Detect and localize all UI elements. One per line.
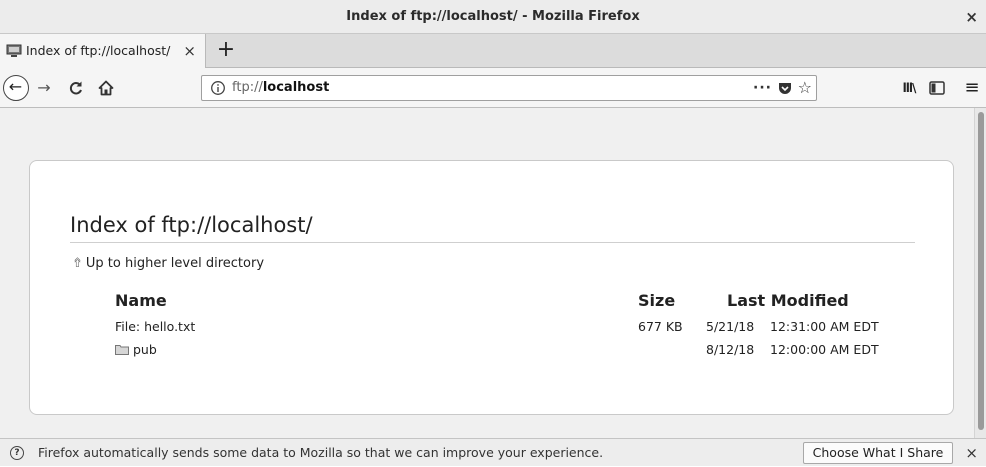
site-info-icon[interactable] [210,80,226,96]
up-arrow-icon: ⇮ [72,256,83,271]
data-reporting-notification: ? Firefox automatically sends some data … [0,438,986,466]
sidebar-icon [929,81,945,95]
directory-listing-card: Index of ftp://localhost/ ⇮ Up to higher … [29,160,954,415]
bookmark-star-icon[interactable]: ☆ [798,76,812,100]
window-titlebar: Index of ftp://localhost/ - Mozilla Fire… [0,0,986,34]
home-icon [98,80,114,96]
notification-close-button[interactable]: × [965,439,978,467]
scrollbar-thumb[interactable] [978,112,984,430]
vertical-scrollbar[interactable] [974,108,986,438]
sidebar-button[interactable] [925,68,949,108]
column-header-modified[interactable]: Last Modified [727,291,849,310]
window-title: Index of ftp://localhost/ - Mozilla Fire… [346,9,640,24]
computer-icon [6,44,22,57]
up-directory-label: Up to higher level directory [85,256,265,271]
back-button[interactable]: ← [3,75,29,101]
menu-button[interactable]: ≡ [960,68,984,108]
tab-close-button[interactable]: × [183,34,196,68]
folder-date: 8/12/18 [706,342,755,357]
page-actions-icon[interactable]: ··· [753,76,772,100]
file-size: 677 KB [638,319,683,334]
file-link[interactable]: File: hello.txt [115,319,195,334]
new-tab-button[interactable]: + [214,34,238,68]
page-heading: Index of ftp://localhost/ [70,213,915,243]
url-scheme: ftp:// [232,80,263,95]
folder-icon [115,345,129,355]
column-header-size[interactable]: Size [638,291,675,310]
tab-ftp-index[interactable]: Index of ftp://localhost/ × [0,34,206,68]
up-directory-link[interactable]: ⇮ Up to higher level directory [72,256,264,271]
tab-label: Index of ftp://localhost/ [26,43,171,58]
reload-button[interactable] [64,68,88,108]
notification-text: Firefox automatically sends some data to… [38,445,604,460]
forward-button[interactable]: → [32,68,56,108]
help-icon: ? [10,446,24,460]
pocket-icon[interactable] [778,81,792,95]
file-time: 12:31:00 AM EDT [770,319,879,334]
tab-strip: Index of ftp://localhost/ × + [0,34,986,68]
folder-name: pub [133,342,157,357]
file-date: 5/21/18 [706,319,755,334]
reload-icon [69,81,82,95]
page-content: Index of ftp://localhost/ ⇮ Up to higher … [0,108,986,438]
window-close-button[interactable]: × [965,0,978,34]
url-host: localhost [262,80,330,95]
library-button[interactable]: lll\ [897,68,921,108]
navigation-toolbar: ← → ftp://localhost ··· ☆ lll\ ≡ [0,68,986,108]
url-bar[interactable]: ftp://localhost ··· ☆ [201,75,817,101]
back-arrow-icon: ← [8,77,23,96]
folder-time: 12:00:00 AM EDT [770,342,879,357]
home-button[interactable] [94,68,118,108]
choose-what-i-share-button[interactable]: Choose What I Share [803,442,953,464]
folder-link[interactable]: pub [115,342,157,357]
column-header-name[interactable]: Name [115,291,167,310]
url-text: ftp://localhost [232,76,329,100]
